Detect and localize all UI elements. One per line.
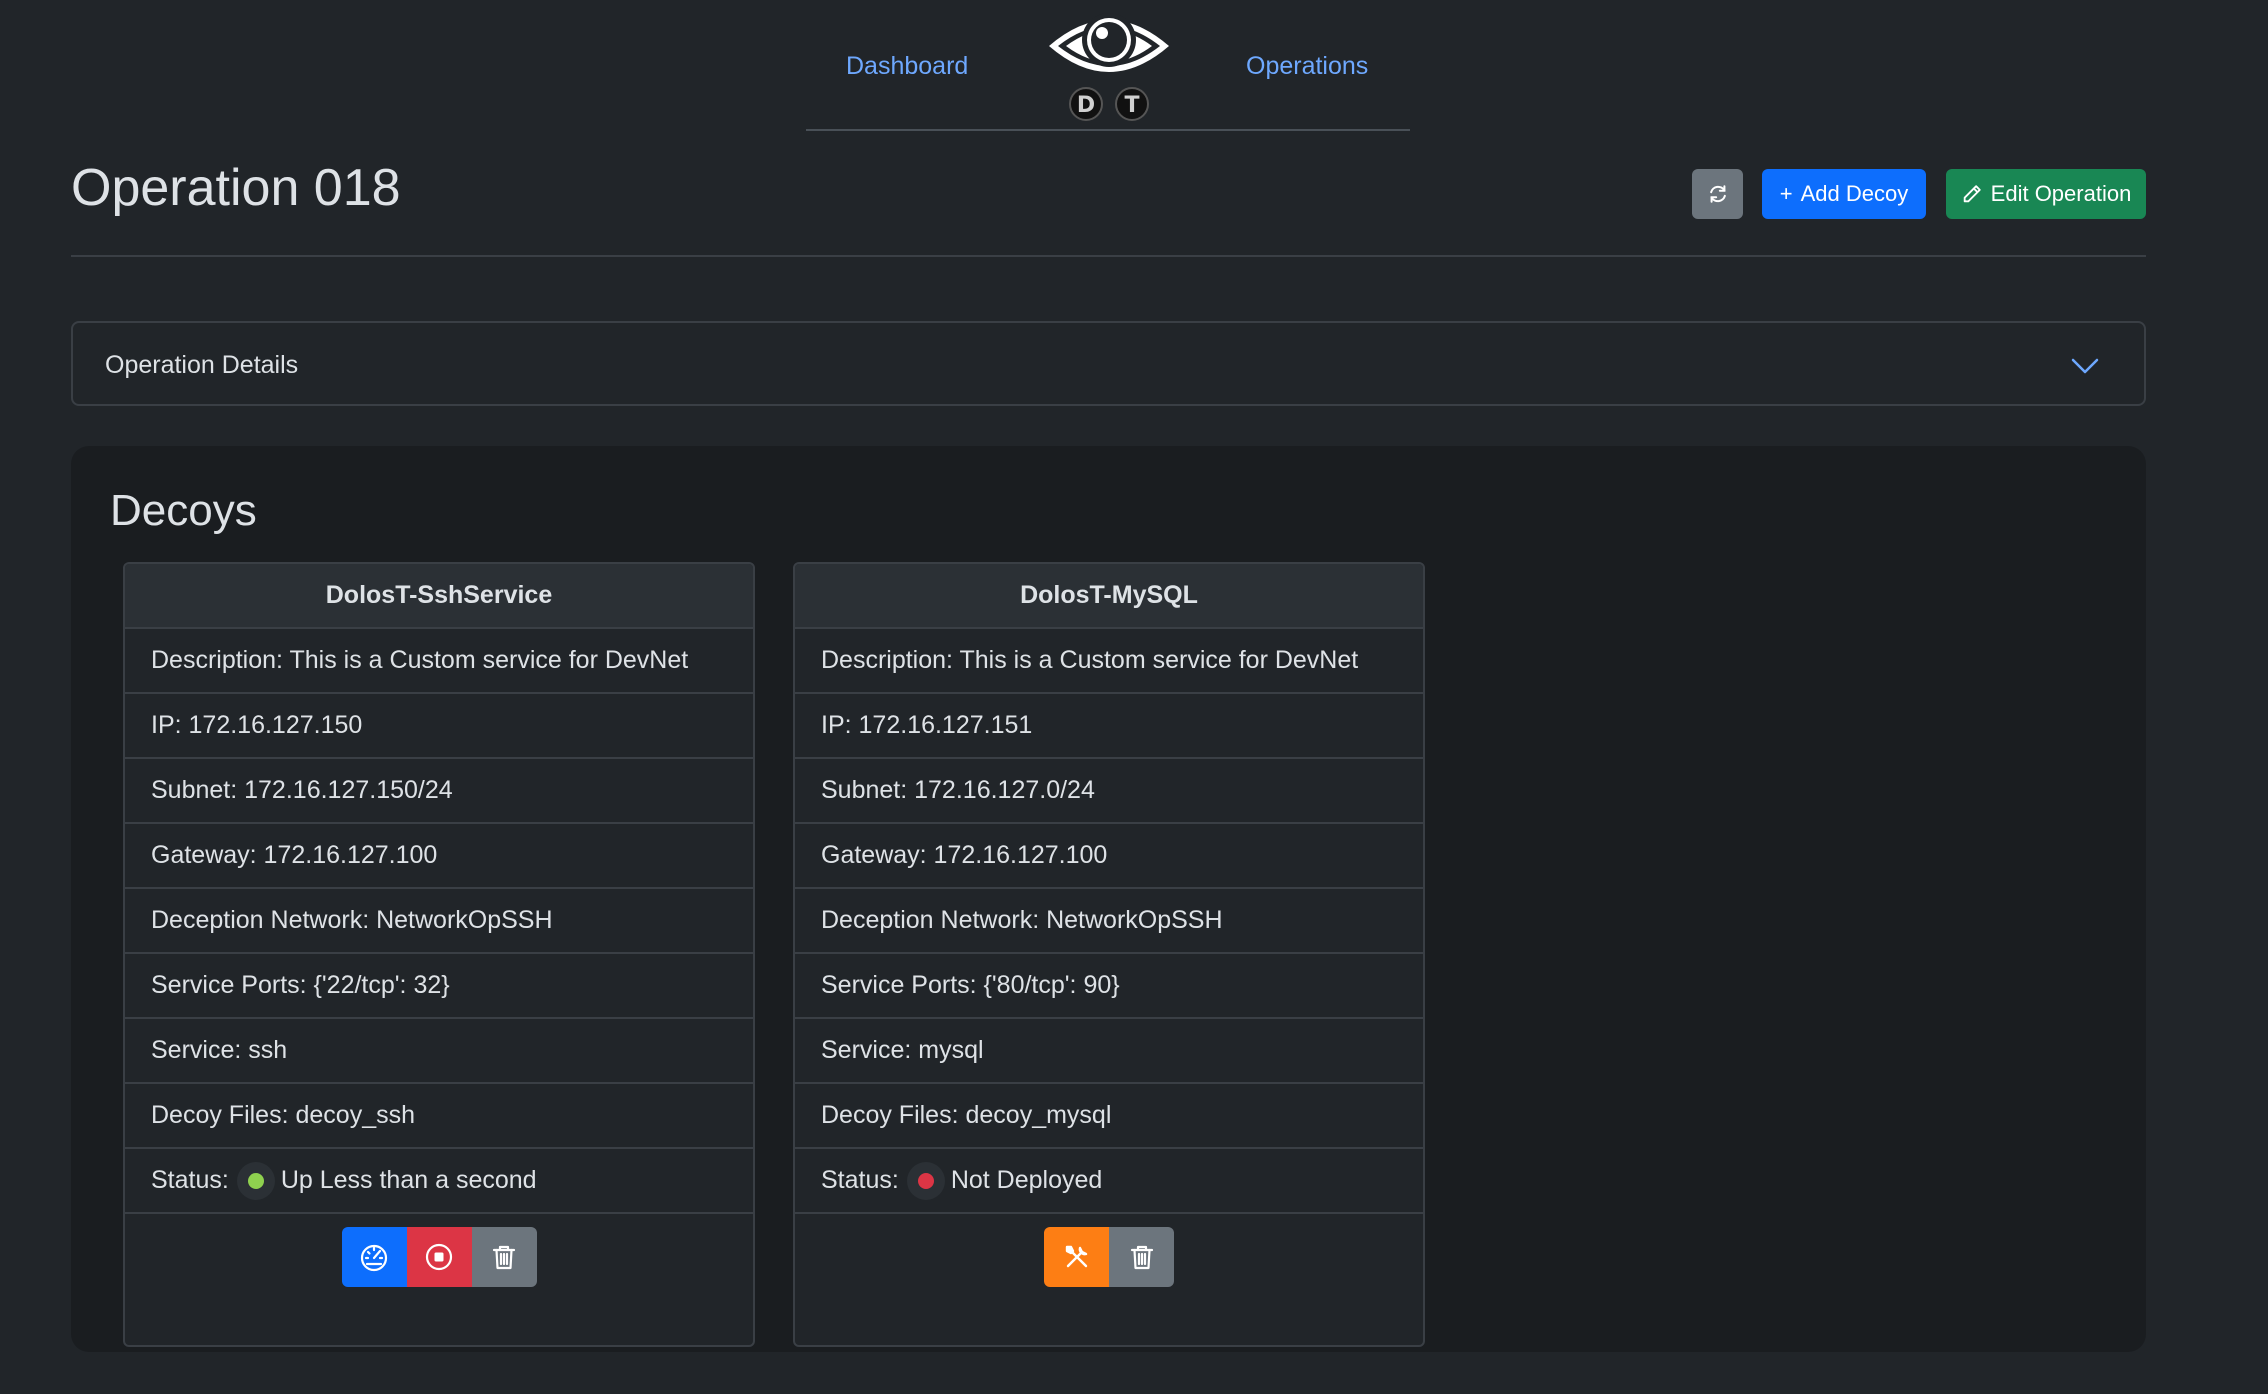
svg-text:T: T (1124, 93, 1139, 118)
decoy-ip: IP: 172.16.127.151 (795, 694, 1423, 759)
page-title: Operation 018 (71, 159, 401, 217)
decoy-network: Deception Network: NetworkOpSSH (795, 889, 1423, 954)
status-label: Status: (821, 1166, 899, 1194)
accordion-label: Operation Details (105, 351, 299, 379)
nav-operations-link[interactable]: Operations (1246, 52, 1368, 81)
status-indicator (906, 1161, 945, 1200)
pencil-icon (1963, 185, 1981, 203)
decoy-gateway: Gateway: 172.16.127.100 (795, 824, 1423, 889)
edit-operation-label: Edit Operation (1990, 181, 2132, 206)
nav-dashboard-link[interactable]: Dashboard (846, 52, 968, 81)
edit-operation-button[interactable]: Edit Operation (1946, 169, 2146, 219)
logo[interactable]: D T (1044, 4, 1174, 122)
trash-icon (492, 1245, 516, 1269)
decoy-description: Description: This is a Custom service fo… (125, 629, 753, 694)
header-divider (71, 255, 2146, 257)
decoys-panel: Decoys DolosT-SshService Description: Th… (71, 446, 2146, 1352)
decoys-title: Decoys (110, 486, 257, 535)
status-text: Not Deployed (950, 1166, 1103, 1194)
deploy-button[interactable] (1044, 1226, 1109, 1287)
dashboard-button[interactable] (341, 1226, 407, 1287)
chevron-down-icon (2071, 358, 2099, 374)
decoy-ip: IP: 172.16.127.150 (125, 694, 753, 759)
decoy-actions (795, 1214, 1423, 1299)
decoy-service: Service: ssh (125, 1019, 753, 1084)
decoy-name: DolosT-MySQL (795, 564, 1423, 629)
decoy-service-ports: Service Ports: {'22/tcp': 32} (125, 954, 753, 1019)
decoy-card: DolosT-MySQL Description: This is a Cust… (793, 562, 1425, 1347)
plus-icon: + (1779, 181, 1793, 206)
status-text: Up Less than a second (280, 1166, 537, 1194)
decoy-files: Decoy Files: decoy_ssh (125, 1084, 753, 1149)
status-dot-red (917, 1172, 934, 1189)
decoy-action-group (1044, 1226, 1174, 1287)
add-decoy-button[interactable]: + Add Decoy (1762, 169, 1926, 219)
decoy-files: Decoy Files: decoy_mysql (795, 1084, 1423, 1149)
add-decoy-label: Add Decoy (1800, 181, 1909, 206)
decoy-status: Status: Up Less than a second (125, 1149, 753, 1214)
decoy-service: Service: mysql (795, 1019, 1423, 1084)
decoy-status: Status: Not Deployed (795, 1149, 1423, 1214)
operation-details-accordion[interactable]: Operation Details (71, 321, 2146, 406)
refresh-button[interactable] (1692, 169, 1743, 219)
stop-button[interactable] (406, 1226, 472, 1287)
svg-text:D: D (1077, 93, 1095, 118)
decoy-network: Deception Network: NetworkOpSSH (125, 889, 753, 954)
decoy-actions (125, 1214, 753, 1299)
dashboard-icon (360, 1244, 388, 1271)
trash-icon (1130, 1245, 1153, 1269)
stop-icon (425, 1243, 453, 1270)
delete-button[interactable] (1109, 1226, 1174, 1287)
delete-button[interactable] (471, 1226, 537, 1287)
refresh-icon (1709, 185, 1726, 203)
decoy-name: DolosT-SshService (125, 564, 753, 629)
top-nav: Dashboard D T Operations (806, 0, 1410, 131)
decoy-subnet: Subnet: 172.16.127.150/24 (125, 759, 753, 824)
decoy-card: DolosT-SshService Description: This is a… (123, 562, 755, 1347)
decoy-description: Description: This is a Custom service fo… (795, 629, 1423, 694)
decoy-action-group (341, 1226, 537, 1287)
decoy-subnet: Subnet: 172.16.127.0/24 (795, 759, 1423, 824)
decoy-service-ports: Service Ports: {'80/tcp': 90} (795, 954, 1423, 1019)
decoy-gateway: Gateway: 172.16.127.100 (125, 824, 753, 889)
status-dot-green (247, 1172, 264, 1189)
tools-icon (1065, 1245, 1087, 1267)
status-label: Status: (151, 1166, 229, 1194)
status-indicator (236, 1161, 275, 1200)
